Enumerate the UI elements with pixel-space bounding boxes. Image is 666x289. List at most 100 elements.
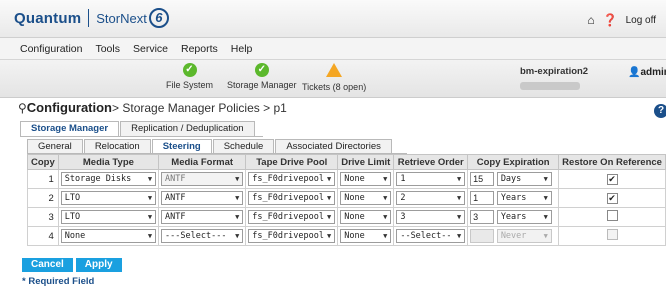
dropdown-arrow-icon: ▼: [235, 175, 240, 183]
tab-steering[interactable]: Steering: [151, 139, 212, 153]
dropdown-arrow-icon: ▼: [327, 194, 332, 202]
dropdown-arrow-icon: ▼: [543, 194, 548, 202]
drive-limit-select[interactable]: None ▼: [340, 172, 392, 186]
media-format-select[interactable]: ANTF ▼: [161, 172, 244, 186]
expiration-unit-select[interactable]: Years ▼: [496, 191, 552, 205]
select-value: ANTF: [165, 193, 186, 203]
retrieve-order-select[interactable]: 3 ▼: [396, 210, 466, 224]
dropdown-arrow-icon: ▼: [147, 232, 153, 240]
drive-limit-select[interactable]: None ▼: [340, 210, 392, 224]
product-name: StorNext: [96, 10, 147, 26]
dropdown-arrow-icon: ▼: [327, 213, 332, 221]
version-badge: 6: [148, 8, 169, 28]
help-circle-icon[interactable]: ❓: [603, 13, 618, 27]
expiration-unit-select[interactable]: Years ▼: [496, 210, 552, 224]
tab-relocation[interactable]: Relocation: [83, 139, 151, 153]
status-tickets[interactable]: Tickets (8 open): [302, 63, 366, 92]
apply-button[interactable]: Apply: [75, 258, 122, 272]
page-title-bold: Configuration: [26, 100, 113, 115]
media-format-select[interactable]: ---Select--- ▼: [161, 229, 244, 243]
tape-drive-pool-select[interactable]: fs_F0drivepool ▼: [248, 191, 336, 205]
media-type-select[interactable]: LTO ▼: [60, 210, 157, 224]
brand-name: Quantum: [14, 9, 82, 27]
required-field-note: * Required Field: [22, 276, 95, 287]
dropdown-arrow-icon: ▼: [383, 194, 388, 202]
dropdown-arrow-icon: ▼: [543, 213, 548, 221]
copy-number: 1: [27, 169, 59, 189]
main-menu: Configuration Tools Service Reports Help: [0, 38, 666, 60]
home-icon[interactable]: ⌂: [587, 13, 594, 27]
user-menu[interactable]: 👤admin: [628, 67, 666, 78]
server-info: bm-expiration2: [520, 66, 588, 90]
menu-help[interactable]: Help: [231, 43, 253, 55]
retrieve-order-select[interactable]: 1 ▼: [396, 172, 466, 186]
tab-associated-directories[interactable]: Associated Directories: [275, 139, 392, 153]
media-type-select[interactable]: Storage Disks ▼: [60, 172, 157, 186]
select-value: fs_F0drivepool: [252, 174, 324, 184]
media-type-select[interactable]: None ▼: [60, 229, 157, 243]
dropdown-arrow-icon: ▼: [543, 175, 548, 183]
select-value: Days: [500, 174, 522, 184]
restore-on-reference-checkbox[interactable]: [606, 210, 618, 221]
select-value: Years: [500, 212, 527, 222]
dropdown-arrow-icon: ▼: [456, 213, 462, 221]
top-tabs: Storage Manager Replication / Deduplicat…: [20, 121, 256, 136]
status-storage-manager[interactable]: ✓ Storage Manager: [227, 63, 297, 90]
select-value: LTO: [64, 193, 81, 203]
select-value: Storage Disks: [64, 174, 132, 184]
tab-divider: [20, 136, 263, 137]
expiration-number-input[interactable]: 1: [470, 191, 495, 205]
help-icon[interactable]: ?: [654, 104, 666, 118]
check-icon: ✓: [254, 63, 269, 77]
page-title: ⚲Configuration> Storage Manager Policies…: [18, 100, 287, 115]
retrieve-order-select[interactable]: --Select-- ▼: [396, 229, 466, 243]
dropdown-arrow-icon: ▼: [235, 213, 240, 221]
tab-storage-manager[interactable]: Storage Manager: [20, 121, 120, 136]
tape-drive-pool-select[interactable]: fs_F0drivepool ▼: [248, 229, 336, 243]
drive-limit-select[interactable]: None ▼: [340, 229, 392, 243]
expiration-unit-select[interactable]: Days ▼: [496, 172, 552, 186]
dropdown-arrow-icon: ▼: [456, 175, 462, 183]
drive-limit-select[interactable]: None ▼: [340, 191, 392, 205]
check-icon: ✓: [182, 63, 197, 77]
media-type-select[interactable]: LTO ▼: [60, 191, 157, 205]
select-value: None: [344, 193, 365, 203]
expiration-number-input[interactable]: 3: [470, 210, 495, 224]
expiration-number-input: [470, 229, 495, 243]
select-value: None: [344, 174, 365, 184]
dropdown-arrow-icon: ▼: [327, 175, 332, 183]
expiration-number-input[interactable]: 15: [470, 172, 495, 186]
select-value: fs_F0drivepool: [252, 193, 324, 203]
tape-drive-pool-select[interactable]: fs_F0drivepool ▼: [248, 210, 336, 224]
restore-on-reference-checkbox[interactable]: ✔: [606, 173, 618, 185]
select-value: ANTF: [165, 212, 186, 222]
tab-schedule[interactable]: Schedule: [212, 139, 275, 153]
retrieve-order-select[interactable]: 2 ▼: [396, 191, 466, 205]
menu-tools[interactable]: Tools: [95, 43, 120, 55]
user-name: admin: [640, 67, 666, 78]
select-value: fs_F0drivepool: [252, 231, 324, 241]
col-retrieve-order: Retrieve Order: [393, 154, 469, 170]
tab-general[interactable]: General: [27, 139, 83, 153]
menu-service[interactable]: Service: [133, 43, 168, 55]
menu-reports[interactable]: Reports: [181, 43, 218, 55]
top-header: Quantum StorNext 6 ⌂ ❓ Log off: [0, 0, 666, 38]
tab-replication[interactable]: Replication / Deduplication: [120, 121, 255, 136]
dropdown-arrow-icon: ▼: [147, 194, 153, 202]
logoff-link[interactable]: Log off: [626, 15, 656, 26]
select-value: 3: [400, 212, 406, 222]
menu-configuration[interactable]: Configuration: [20, 43, 82, 55]
media-format-select[interactable]: ANTF ▼: [161, 191, 244, 205]
select-value: ANTF: [165, 174, 186, 184]
tape-drive-pool-select[interactable]: fs_F0drivepool ▼: [248, 172, 336, 186]
dropdown-arrow-icon: ▼: [456, 194, 462, 202]
select-value: fs_F0drivepool: [252, 212, 324, 222]
media-format-select[interactable]: ANTF ▼: [161, 210, 244, 224]
dropdown-arrow-icon: ▼: [235, 232, 240, 240]
storage-manager-label: Storage Manager: [227, 80, 297, 90]
cancel-button[interactable]: Cancel: [22, 258, 73, 272]
restore-on-reference-checkbox[interactable]: ✔: [606, 192, 618, 204]
status-file-system[interactable]: ✓ File System: [166, 63, 213, 90]
dropdown-arrow-icon: ▼: [235, 194, 240, 202]
col-media-format: Media Format: [158, 154, 247, 170]
